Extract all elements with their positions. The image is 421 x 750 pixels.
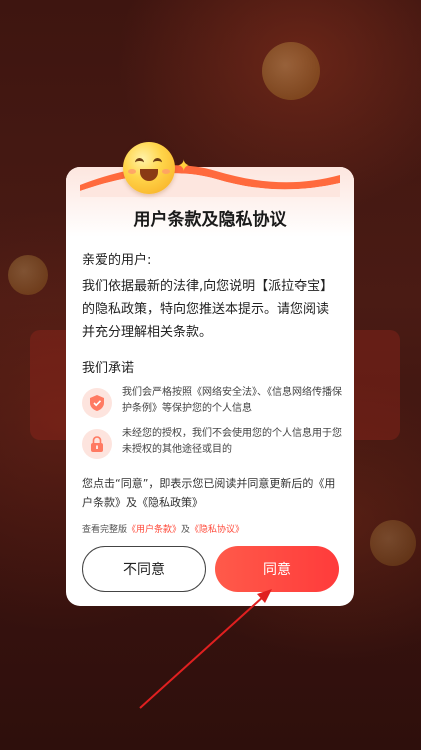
dialog-title: 用户条款及隐私协议 <box>133 210 287 230</box>
links-prefix: 查看完整版 <box>82 525 128 535</box>
agreement-links: 查看完整版《用户条款》及《隐私协议》 <box>82 522 244 535</box>
background-coin <box>370 520 416 566</box>
background-coin <box>8 255 48 295</box>
agree-button[interactable]: 同意 <box>215 546 339 592</box>
disagree-button[interactable]: 不同意 <box>82 546 206 592</box>
links-and: 及 <box>181 525 191 535</box>
privacy-agreement-link[interactable]: 《隐私协议》 <box>190 525 244 535</box>
promise-heading: 我们承诺 <box>82 361 135 376</box>
greeting-text: 亲爱的用户: <box>82 253 152 268</box>
header-wave-decoration <box>80 165 340 197</box>
shield-icon <box>82 388 112 418</box>
lock-icon <box>82 429 112 459</box>
intro-text: 我们依据最新的法律,向您说明【派拉夺宝】的隐私政策，特向您推送本提示。请您阅读并… <box>82 279 334 340</box>
promise-text: 未经您的授权，我们不会使用您的个人信息用于您未授权的其他途径或目的 <box>122 428 342 455</box>
consent-notice: 您点击“同意”，即表示您已阅读并同意更新后的《用户条款》及《隐私政策》 <box>82 477 336 509</box>
background-coin <box>262 42 320 100</box>
sparkle-icon: ✦ <box>177 156 191 175</box>
smiling-face-icon <box>123 142 175 194</box>
privacy-dialog: ✦ 用户条款及隐私协议 亲爱的用户: 我们依据最新的法律,向您说明【派拉夺宝】的… <box>66 142 354 606</box>
promise-item: 未经您的授权，我们不会使用您的个人信息用于您未授权的其他途径或目的 <box>82 426 342 462</box>
promise-item: 我们会严格按照《网络安全法》、《信息网络传播保护条例》等保护您的个人信息 <box>82 385 342 421</box>
promise-text: 我们会严格按照《网络安全法》、《信息网络传播保护条例》等保护您的个人信息 <box>122 387 342 414</box>
user-terms-link[interactable]: 《用户条款》 <box>127 525 181 535</box>
